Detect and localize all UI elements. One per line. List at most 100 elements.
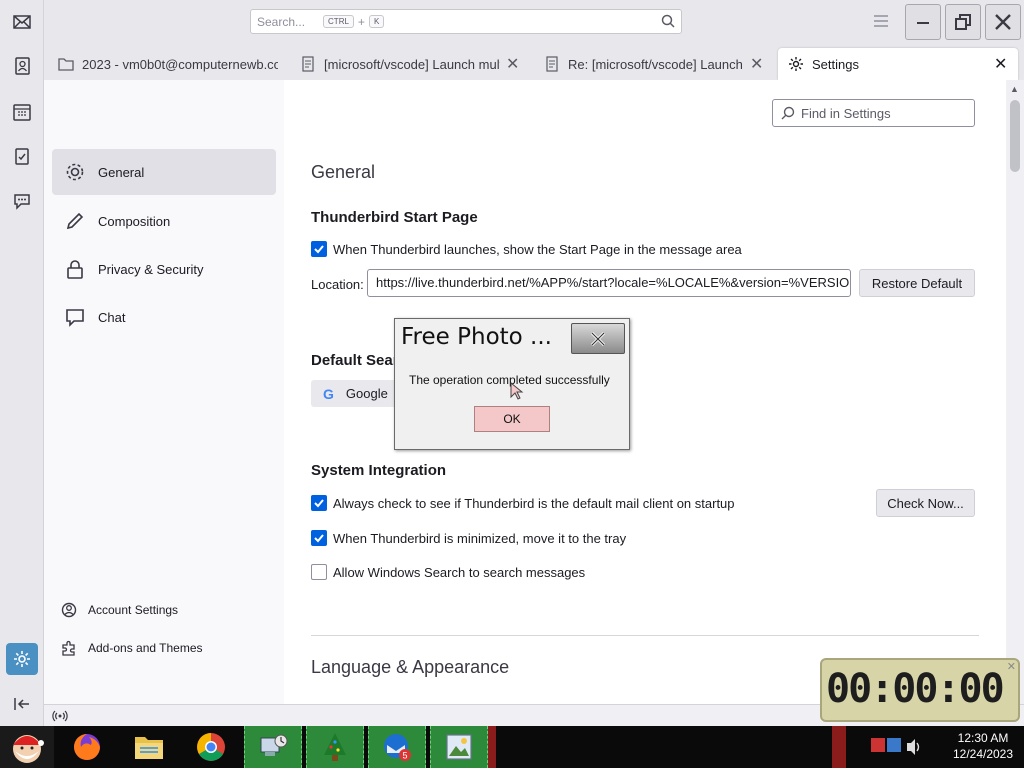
scrollbar-thumb[interactable] bbox=[1010, 100, 1020, 172]
santa-start-icon bbox=[13, 735, 44, 763]
photo-app-taskbar-button[interactable] bbox=[430, 726, 488, 768]
search-icon bbox=[661, 14, 675, 28]
tray-indicator bbox=[832, 726, 846, 768]
restore-icon bbox=[955, 14, 971, 30]
tasks-icon[interactable] bbox=[6, 140, 38, 172]
timer-display: 00:00:00 bbox=[826, 666, 1005, 712]
title-bar: Search... CTRL + K bbox=[44, 0, 1024, 44]
chat-icon[interactable] bbox=[6, 185, 38, 217]
account-settings-link[interactable]: Account Settings bbox=[60, 597, 178, 623]
folder-icon bbox=[58, 58, 74, 71]
start-button[interactable] bbox=[0, 726, 54, 768]
scroll-up-icon[interactable]: ▲ bbox=[1010, 84, 1019, 94]
message-icon bbox=[302, 56, 314, 72]
mail-icon[interactable] bbox=[6, 6, 38, 38]
svg-text:5: 5 bbox=[402, 751, 407, 761]
online-status-icon[interactable] bbox=[52, 709, 68, 723]
checkbox-label: Allow Windows Search to search messages bbox=[333, 564, 586, 580]
ok-button[interactable]: OK bbox=[474, 406, 550, 432]
message-dialog: Free Photo ... The operation completed s… bbox=[394, 318, 630, 450]
scrollbar[interactable]: ▲ bbox=[1006, 80, 1024, 704]
tab-message-1[interactable]: [microsoft/vscode] Launch multip ✕ bbox=[290, 48, 530, 80]
shortcut-ctrl: CTRL bbox=[323, 15, 354, 28]
tab-label: [microsoft/vscode] Launch multip bbox=[324, 56, 500, 72]
dialog-close-button[interactable] bbox=[571, 323, 625, 354]
close-icon bbox=[590, 331, 606, 346]
search-placeholder: Search... bbox=[257, 14, 306, 29]
minimize-icon bbox=[917, 22, 929, 24]
checkbox-checked-icon[interactable] bbox=[311, 241, 327, 257]
tab-settings[interactable]: Settings ✕ bbox=[778, 48, 1018, 80]
find-in-settings-input[interactable]: Find in Settings bbox=[772, 99, 975, 127]
firefox-taskbar-button[interactable] bbox=[66, 726, 108, 768]
tab-folder[interactable]: 2023 - vm0b0t@computernewb.com bbox=[48, 48, 288, 80]
thunderbird-icon: 5 bbox=[384, 734, 411, 761]
network-tool-taskbar-button[interactable] bbox=[244, 726, 302, 768]
location-label: Location: bbox=[311, 277, 364, 292]
checkbox-label: When Thunderbird launches, show the Star… bbox=[333, 241, 742, 257]
shortcut-plus: + bbox=[357, 14, 365, 29]
taskbar-clock[interactable]: 12:30 AM 12/24/2023 bbox=[944, 730, 1022, 762]
global-search-input[interactable]: Search... CTRL + K bbox=[250, 9, 682, 34]
minimize-tray-checkbox[interactable]: When Thunderbird is minimized, move it t… bbox=[311, 529, 626, 547]
hamburger-menu-icon[interactable] bbox=[872, 13, 890, 29]
clock-date: 12/24/2023 bbox=[952, 747, 1014, 761]
show-start-page-checkbox[interactable]: When Thunderbird launches, show the Star… bbox=[311, 240, 742, 258]
dialog-title: Free Photo ... bbox=[401, 324, 552, 350]
nav-label: Privacy & Security bbox=[98, 261, 204, 277]
search-icon bbox=[781, 106, 795, 120]
address-book-icon[interactable] bbox=[6, 50, 38, 82]
timer-widget[interactable]: 00:00:00 ✕ bbox=[820, 658, 1020, 722]
settings-icon[interactable] bbox=[6, 643, 38, 675]
firefox-icon bbox=[74, 734, 100, 760]
checkbox-unchecked-icon[interactable] bbox=[311, 564, 327, 580]
tab-label: Settings bbox=[812, 56, 859, 72]
check-now-button[interactable]: Check Now... bbox=[876, 489, 975, 517]
gear-icon bbox=[789, 57, 803, 71]
default-search-heading: Default Sear bbox=[311, 352, 399, 369]
nav-item-general[interactable]: General bbox=[52, 149, 276, 195]
system-tray-icons[interactable] bbox=[868, 726, 924, 768]
minimize-button[interactable] bbox=[905, 4, 941, 40]
timer-close-icon[interactable]: ✕ bbox=[1007, 660, 1016, 673]
tab-close-icon[interactable]: ✕ bbox=[750, 54, 764, 74]
christmas-tree-taskbar-button[interactable] bbox=[306, 726, 364, 768]
tab-label: 2023 - vm0b0t@computernewb.com bbox=[82, 56, 278, 72]
chrome-taskbar-button[interactable] bbox=[190, 726, 232, 768]
christmas-tree-icon bbox=[324, 733, 346, 761]
google-icon: G bbox=[323, 385, 334, 402]
thunderbird-taskbar-button[interactable]: 5 bbox=[368, 726, 426, 768]
find-placeholder: Find in Settings bbox=[801, 105, 891, 121]
checkbox-checked-icon[interactable] bbox=[311, 495, 327, 511]
folder-icon bbox=[135, 737, 163, 759]
checkbox-checked-icon[interactable] bbox=[311, 530, 327, 546]
restore-default-button[interactable]: Restore Default bbox=[859, 269, 975, 297]
taskbar-separator bbox=[488, 726, 496, 768]
language-appearance-heading: Language & Appearance bbox=[311, 657, 510, 677]
nav-label: Chat bbox=[98, 309, 126, 325]
windows-search-checkbox[interactable]: Allow Windows Search to search messages bbox=[311, 563, 585, 581]
account-gear-icon bbox=[61, 602, 77, 618]
collapse-icon[interactable] bbox=[6, 688, 38, 720]
tab-message-2[interactable]: Re: [microsoft/vscode] Launch m ✕ bbox=[534, 48, 774, 80]
nav-item-composition[interactable]: Composition bbox=[52, 198, 276, 244]
tab-close-icon[interactable]: ✕ bbox=[994, 54, 1008, 74]
addons-themes-link[interactable]: Add-ons and Themes bbox=[60, 635, 203, 661]
close-window-button[interactable] bbox=[985, 4, 1021, 40]
nav-item-chat[interactable]: Chat bbox=[52, 294, 276, 340]
spaces-toolbar bbox=[0, 0, 44, 726]
tab-close-icon[interactable]: ✕ bbox=[506, 54, 520, 74]
nav-item-privacy[interactable]: Privacy & Security bbox=[52, 246, 276, 292]
file-explorer-taskbar-button[interactable] bbox=[128, 726, 170, 768]
restore-button[interactable] bbox=[945, 4, 981, 40]
shortcut-key: K bbox=[368, 15, 385, 28]
account-settings-label: Account Settings bbox=[88, 603, 179, 617]
message-icon bbox=[546, 56, 558, 72]
location-input[interactable]: https://live.thunderbird.net/%APP%/start… bbox=[367, 269, 851, 297]
pencil-icon bbox=[66, 212, 84, 230]
search-engine-value: Google bbox=[345, 386, 388, 401]
calendar-icon[interactable] bbox=[6, 96, 38, 128]
default-client-checkbox[interactable]: Always check to see if Thunderbird is th… bbox=[311, 494, 735, 512]
tab-bar: 2023 - vm0b0t@computernewb.com [microsof… bbox=[44, 44, 1024, 80]
settings-nav: General Composition Privacy & Security C… bbox=[44, 80, 284, 704]
